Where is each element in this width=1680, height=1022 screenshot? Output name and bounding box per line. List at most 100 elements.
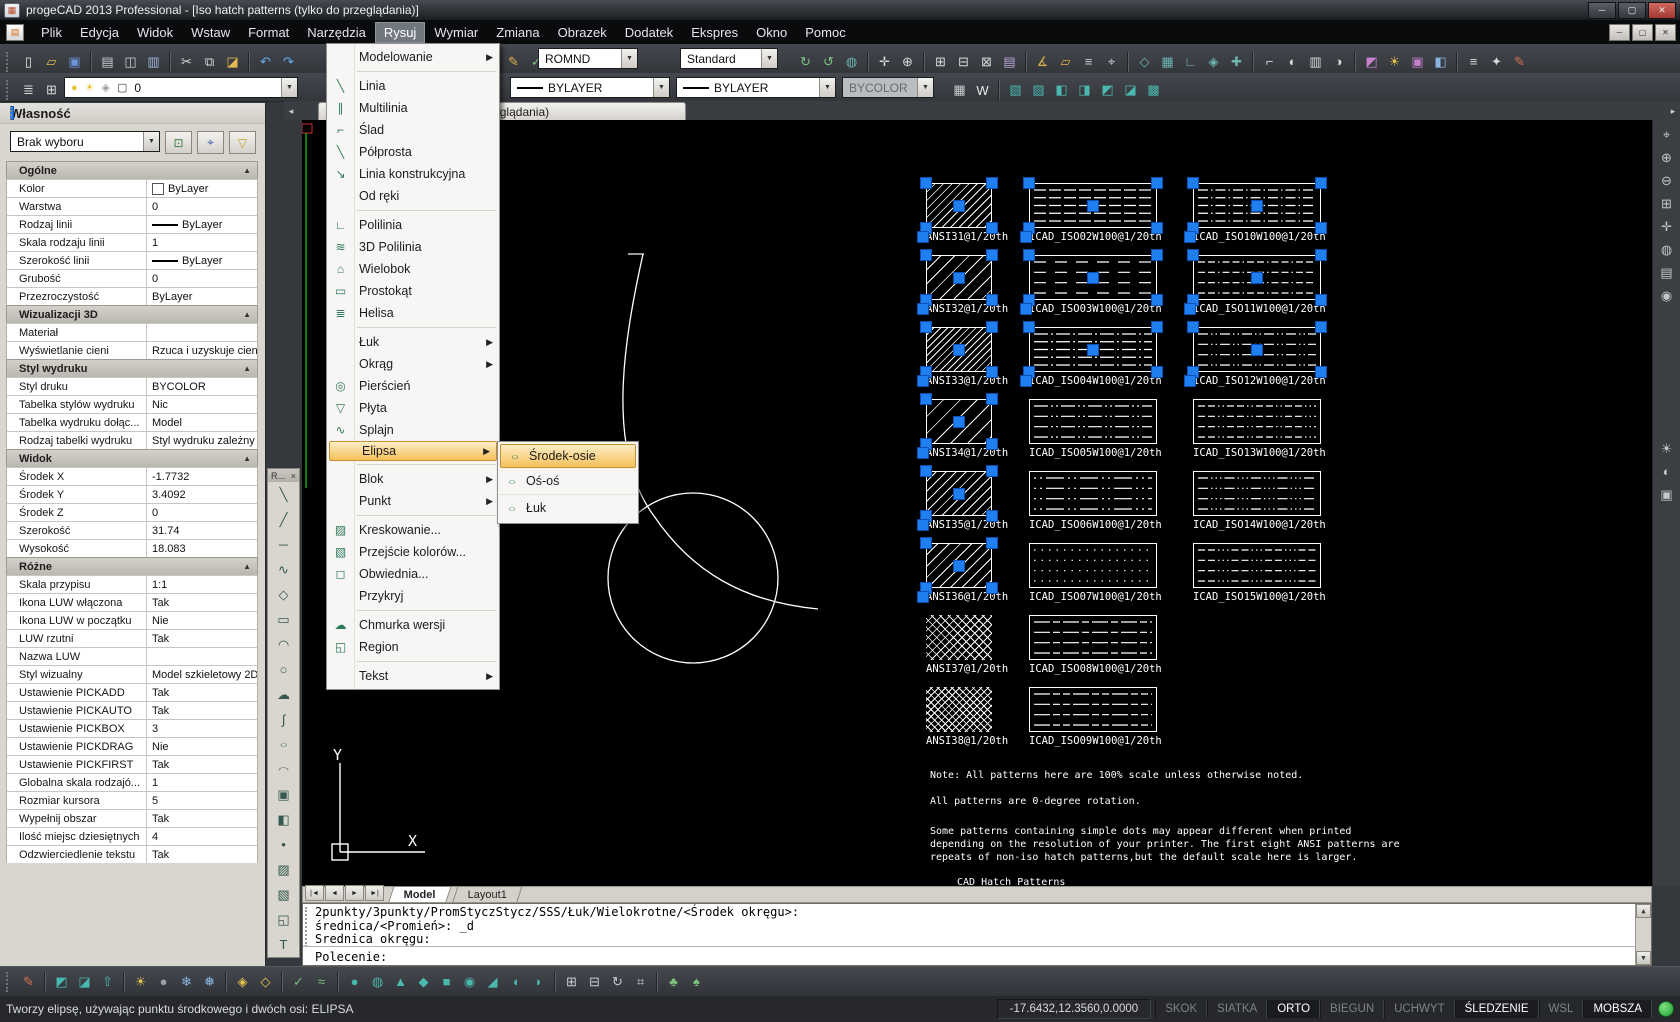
selection-grip[interactable] (986, 393, 998, 405)
tab-nav-button[interactable]: ► (345, 885, 364, 901)
hatch-swatch[interactable] (1193, 543, 1321, 588)
wipeout-button[interactable]: W (971, 79, 994, 102)
section-header-og-lne[interactable]: Ogólne▲ (6, 161, 258, 179)
view-left-button[interactable]: ◧ (1050, 79, 1073, 102)
cut-button[interactable]: ✂ (175, 50, 198, 73)
menu-item-polilinia[interactable]: ∟Polilinia (327, 214, 499, 236)
collapse-caret-icon[interactable]: ▲ (243, 364, 251, 373)
hatch-swatch[interactable] (1193, 399, 1321, 444)
polygon-icon[interactable]: ◇ (268, 582, 299, 607)
scroll-down-icon[interactable]: ▼ (1636, 951, 1651, 965)
region-icon[interactable]: ◱ (268, 907, 299, 932)
print-button[interactable]: ▤ (96, 50, 119, 73)
toggle-uchwyt[interactable]: UCHWYT (1384, 1000, 1454, 1018)
selection-grip[interactable] (1251, 272, 1263, 284)
selection-grip[interactable] (920, 321, 932, 333)
selection-grip[interactable] (1151, 366, 1163, 378)
section-header-styl-wydruku[interactable]: Styl wydruku▲ (6, 359, 258, 377)
pyramid-button[interactable]: ◆ (412, 970, 435, 993)
menu-item-prostokąt[interactable]: ▭Prostokąt (327, 280, 499, 302)
selection-grip[interactable] (986, 177, 998, 189)
menu-narzędzia[interactable]: Narzędzia (298, 22, 375, 43)
property-value[interactable]: Tak (147, 630, 257, 647)
torus-button[interactable]: ◍ (366, 970, 389, 993)
ucs-button[interactable]: ⌐ (1258, 50, 1281, 73)
property-value[interactable]: ByLayer (147, 216, 257, 233)
online-globe-icon[interactable] (1658, 1001, 1674, 1017)
orbit-icon[interactable]: ◍ (1655, 238, 1678, 261)
collapse-caret-icon[interactable]: ▲ (243, 166, 251, 175)
selection-grip[interactable] (1151, 321, 1163, 333)
hatch-swatch[interactable] (1029, 543, 1157, 588)
menu-obrazek[interactable]: Obrazek (549, 22, 616, 43)
dim-style-combo[interactable]: Standard▼ (680, 48, 778, 69)
command-prompt[interactable]: Polecenie: (315, 950, 387, 964)
ellipse-icon[interactable]: ○ (268, 732, 299, 757)
bring-above-button[interactable]: ⇧ (96, 970, 119, 993)
panel-drag-handle[interactable] (10, 106, 14, 120)
render-button[interactable]: ◩ (1360, 50, 1383, 73)
box-button[interactable]: ■ (435, 970, 458, 993)
esnap-button[interactable]: ◈ (1202, 50, 1225, 73)
arc-icon[interactable]: ◠ (268, 632, 299, 657)
layer-match-button[interactable]: ≈ (310, 970, 333, 993)
hatch-swatch[interactable] (1029, 615, 1157, 660)
menu-format[interactable]: Format (239, 22, 298, 43)
menu-item-półprosta[interactable]: ╲Półprosta (327, 141, 499, 163)
selection-grip[interactable] (1023, 249, 1035, 261)
menu-item-od-ręki[interactable]: Od ręki (327, 185, 499, 207)
properties-palette-button[interactable]: ≡ (1462, 50, 1485, 73)
property-value[interactable]: Nie (147, 738, 257, 755)
menu-item-płyta[interactable]: ▽Płyta (327, 397, 499, 419)
selection-grip[interactable] (953, 272, 965, 284)
selection-grip[interactable] (986, 222, 998, 234)
section-button[interactable]: ⌗ (629, 970, 652, 993)
zoom-in-icon[interactable]: ⊕ (1655, 146, 1678, 169)
selection-grip[interactable] (986, 510, 998, 522)
ortho-button[interactable]: ∟ (1179, 50, 1202, 73)
quick-select-button[interactable]: ⌖ (197, 131, 224, 154)
menu-item-splajn[interactable]: ∿Splajn (327, 419, 499, 441)
menu-item-pierścień[interactable]: ◎Pierścień (327, 375, 499, 397)
property-value[interactable]: Tak (147, 756, 257, 773)
menu-item-łuk[interactable]: Łuk▶ (327, 331, 499, 353)
hatch-swatch[interactable] (1029, 687, 1157, 732)
mdi-restore-button[interactable]: ▢ (1632, 24, 1653, 41)
property-value[interactable]: Model (147, 414, 257, 431)
mdi-minimize-button[interactable]: ─ (1609, 24, 1630, 41)
submenu-item-środek-osie[interactable]: ○Środek-osie (500, 444, 636, 468)
regen-button[interactable]: ↺ (817, 50, 840, 73)
construction-line-icon[interactable]: ─ (268, 532, 299, 557)
selection-grip[interactable] (917, 447, 929, 459)
collapse-caret-icon[interactable]: ▲ (243, 562, 251, 571)
named-ucs-button[interactable]: ▥ (1304, 50, 1327, 73)
view-right-button[interactable]: ◨ (1073, 79, 1096, 102)
menu-item-blok[interactable]: Blok▶ (327, 468, 499, 490)
selection-grip[interactable] (953, 200, 965, 212)
views-icon[interactable]: ▤ (1655, 261, 1678, 284)
3d-array-button[interactable]: ⊞ (560, 970, 583, 993)
send-to-back-button[interactable]: ◪ (73, 970, 96, 993)
menu-item-modelowanie[interactable]: Modelowanie▶ (327, 46, 499, 68)
view-top-button[interactable]: ▧ (1004, 79, 1027, 102)
spline-icon[interactable]: ∫ (268, 707, 299, 732)
line-icon[interactable]: ╲ (268, 482, 299, 507)
redo-button[interactable]: ↷ (277, 50, 300, 73)
zoom-window-icon[interactable]: ⊞ (1655, 192, 1678, 215)
property-value[interactable]: 4 (147, 828, 257, 845)
view-iso-button[interactable]: ▩ (1142, 79, 1165, 102)
selection-grip[interactable] (986, 321, 998, 333)
new-button[interactable]: ▯ (17, 50, 40, 73)
polar-tracking-button[interactable]: ✚ (1225, 50, 1248, 73)
match-properties-button[interactable]: ✎ (502, 50, 525, 73)
plot-style-table-button[interactable]: ▦ (948, 79, 971, 102)
selection-grip[interactable] (1020, 303, 1032, 315)
cylinder-button[interactable]: ◉ (458, 970, 481, 993)
minimize-button[interactable]: ─ (1588, 2, 1616, 19)
selection-grip[interactable] (1087, 272, 1099, 284)
property-value[interactable]: ByLayer (147, 180, 257, 197)
menu-wymiar[interactable]: Wymiar (425, 22, 487, 43)
selection-grip[interactable] (920, 249, 932, 261)
property-value[interactable]: Nic (147, 396, 257, 413)
selection-grip[interactable] (917, 303, 929, 315)
